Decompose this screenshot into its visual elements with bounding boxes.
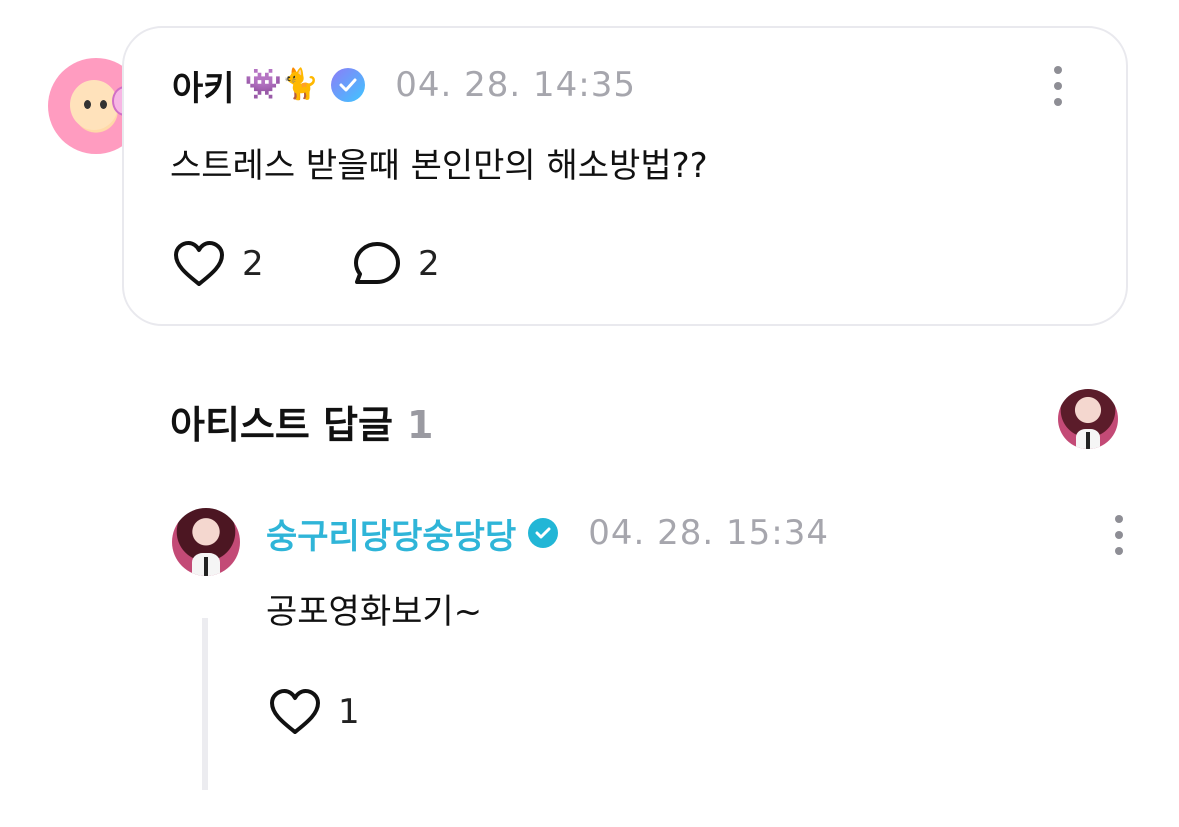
- reply-author-name[interactable]: 숭구리당당숭당당: [266, 509, 516, 558]
- post-reply-count: 2: [418, 244, 440, 284]
- artist-replies-header: 아티스트 답글 1: [170, 394, 433, 449]
- heart-outline-icon: [270, 689, 320, 734]
- reply-like-count: 1: [338, 692, 360, 732]
- thread-line: [202, 618, 208, 790]
- post-reply-button[interactable]: 2: [352, 240, 440, 288]
- avatar-tie: [203, 556, 209, 576]
- post-more-menu-icon[interactable]: [1053, 66, 1063, 106]
- reply-author-avatar[interactable]: [172, 508, 240, 576]
- post-timestamp: 04. 28. 14:35: [395, 65, 637, 105]
- author-name-emojis: 👾🐈: [244, 67, 320, 102]
- artist-replies-title: 아티스트 답글: [170, 403, 393, 447]
- heart-outline-icon: [174, 241, 224, 286]
- verified-badge-icon: [528, 518, 559, 548]
- reply-like-button[interactable]: 1: [268, 688, 360, 736]
- post-text: 스트레스 받을때 본인만의 해소방법??: [170, 146, 708, 186]
- verified-badge-icon: [331, 68, 366, 102]
- reply-header: 숭구리당당숭당당 04. 28. 15:34: [266, 509, 829, 558]
- reply-timestamp: 04. 28. 15:34: [588, 513, 829, 553]
- speech-bubble-icon: [354, 242, 400, 284]
- post-like-count: 2: [242, 244, 264, 284]
- post-header: 아키 👾🐈 04. 28. 14:35: [172, 61, 637, 110]
- avatar-eye: [100, 100, 107, 109]
- reply-more-menu-icon[interactable]: [1114, 515, 1124, 555]
- avatar-tie: [1086, 432, 1090, 449]
- reply-text: 공포영화보기~: [266, 592, 483, 632]
- avatar-face: [70, 80, 118, 130]
- post-like-button[interactable]: 2: [172, 240, 264, 288]
- post-author-name[interactable]: 아키: [172, 61, 235, 110]
- avatar-eye: [84, 100, 91, 109]
- artist-avatar-small[interactable]: [1058, 389, 1118, 449]
- artist-replies-count: 1: [407, 403, 434, 447]
